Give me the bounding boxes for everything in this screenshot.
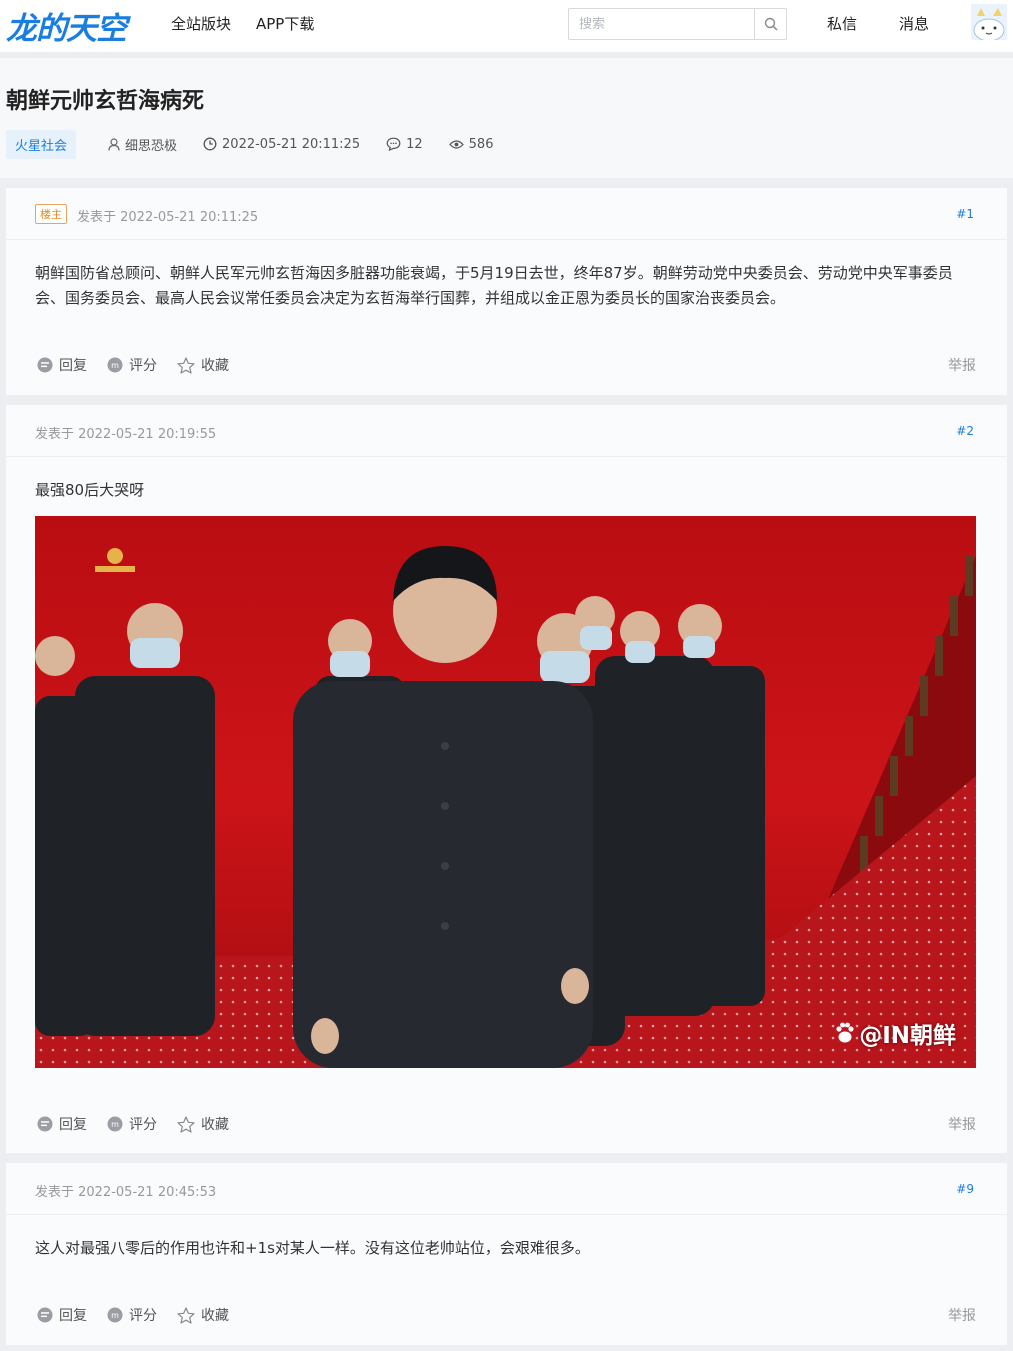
- author-info[interactable]: 细思恐极: [108, 135, 177, 154]
- post-content: 这人对最强八零后的作用也许和+1s对某人一样。没有这位老帅站位，会艰难很多。: [35, 1239, 590, 1257]
- favorite-button[interactable]: 收藏: [177, 355, 229, 375]
- floor-number[interactable]: #2: [956, 424, 974, 438]
- site-logo[interactable]: 龙的天空: [6, 3, 127, 48]
- svg-text:m: m: [111, 1120, 119, 1129]
- thread-datetime: 2022-05-21 20:11:25: [222, 136, 361, 152]
- post-content: 朝鲜国防省总顾问、朝鲜人民军元帅玄哲海因多脏器功能衰竭，于5月19日去世，终年8…: [35, 264, 953, 307]
- photo-watermark: @IN朝鲜: [833, 1016, 956, 1050]
- rate-button[interactable]: m 评分: [107, 1114, 157, 1134]
- search-icon: [764, 17, 778, 31]
- post-photo[interactable]: @IN朝鲜: [35, 516, 976, 1068]
- paw-icon: [836, 1022, 854, 1043]
- reply-count: 12: [386, 137, 423, 152]
- report-link[interactable]: 举报: [948, 355, 976, 375]
- reply-icon: [37, 1116, 53, 1132]
- reply-count-value: 12: [406, 136, 423, 152]
- rate-icon: m: [107, 1307, 123, 1323]
- favorite-button[interactable]: 收藏: [177, 1305, 229, 1325]
- report-link[interactable]: 举报: [948, 1305, 976, 1325]
- post-actions: 回复 m 评分 收藏: [37, 1305, 249, 1325]
- comment-icon: [386, 137, 401, 151]
- star-icon: [177, 356, 195, 374]
- rate-icon: m: [107, 1116, 123, 1132]
- floor-number[interactable]: #1: [956, 207, 974, 221]
- floor-number[interactable]: #9: [956, 1182, 974, 1196]
- board-tag[interactable]: 火星社会: [6, 129, 77, 159]
- search-box: [568, 8, 787, 40]
- author-name: 细思恐极: [125, 138, 178, 154]
- reply-button[interactable]: 回复: [37, 1114, 87, 1134]
- nav-all-boards[interactable]: 全站版块: [171, 13, 231, 34]
- user-avatar[interactable]: [971, 4, 1007, 40]
- view-count: 586: [448, 136, 494, 152]
- reply-icon: [37, 357, 53, 373]
- thread-meta: 火星社会 细思恐极 2022-05-21 20:11:25 12 586: [6, 129, 519, 159]
- post-floor-1: 楼主 发表于 2022-05-21 20:11:25 #1 朝鲜国防省总顾问、朝…: [6, 188, 1007, 395]
- thread-header: 朝鲜元帅玄哲海病死 火星社会 细思恐极 2022-05-21 20:11:25 …: [0, 58, 1013, 178]
- notifications-link[interactable]: 消息: [899, 13, 929, 34]
- search-button[interactable]: [754, 9, 786, 39]
- thread-title: 朝鲜元帅玄哲海病死: [6, 89, 205, 114]
- search-input[interactable]: [569, 9, 755, 39]
- user-icon: [108, 137, 120, 151]
- post-content: 最强80后大哭呀: [35, 481, 145, 499]
- post-header: 楼主 发表于 2022-05-21 20:11:25 #1: [6, 188, 1007, 240]
- post-header: 发表于 2022-05-21 20:45:53 #9: [6, 1163, 1007, 1215]
- reply-icon: [37, 1307, 53, 1323]
- post-floor-9: 发表于 2022-05-21 20:45:53 #9 这人对最强八零后的作用也许…: [6, 1163, 1007, 1345]
- reply-button[interactable]: 回复: [37, 355, 87, 375]
- star-icon: [177, 1306, 195, 1324]
- view-count-value: 586: [468, 136, 494, 152]
- reply-button[interactable]: 回复: [37, 1305, 87, 1325]
- rate-icon: m: [107, 357, 123, 373]
- clock-icon: [203, 137, 217, 151]
- op-badge: 楼主: [35, 204, 67, 224]
- rate-button[interactable]: m 评分: [107, 355, 157, 375]
- post-date: 发表于 2022-05-21 20:19:55: [35, 427, 217, 442]
- post-actions: 回复 m 评分 收藏: [37, 1114, 249, 1134]
- favorite-button[interactable]: 收藏: [177, 1114, 229, 1134]
- report-link[interactable]: 举报: [948, 1114, 976, 1134]
- rate-button[interactable]: m 评分: [107, 1305, 157, 1325]
- private-messages-link[interactable]: 私信: [827, 13, 857, 34]
- nav-app-download[interactable]: APP下载: [256, 13, 314, 34]
- svg-text:m: m: [111, 1311, 119, 1320]
- photo-illustration: [35, 516, 976, 1068]
- svg-text:m: m: [111, 361, 119, 370]
- eye-icon: [448, 139, 464, 149]
- post-floor-2: 发表于 2022-05-21 20:19:55 #2 最强80后大哭呀 @IN朝…: [6, 405, 1007, 1153]
- post-time: 2022-05-21 20:11:25: [203, 137, 360, 152]
- post-header: 发表于 2022-05-21 20:19:55 #2: [6, 405, 1007, 457]
- post-actions: 回复 m 评分 收藏: [37, 355, 249, 375]
- top-navigation-bar: 龙的天空 全站版块 APP下载 私信 消息: [0, 0, 1013, 52]
- post-date: 发表于 2022-05-21 20:11:25: [77, 210, 259, 225]
- post-date: 发表于 2022-05-21 20:45:53: [35, 1185, 217, 1200]
- avatar-cartoon-icon: [971, 4, 1007, 40]
- star-icon: [177, 1115, 195, 1133]
